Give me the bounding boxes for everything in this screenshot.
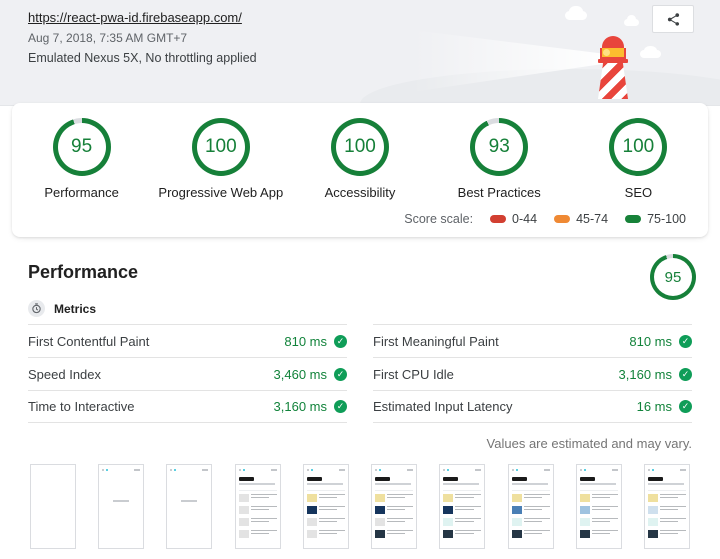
lighthouse-lamp (600, 48, 626, 59)
filmstrip-frame-blank (30, 464, 76, 549)
score-scale-label: Score scale: (404, 212, 473, 226)
metric-value: 16 ms (637, 399, 672, 414)
pass-range-pill (625, 215, 641, 223)
metric-name: First CPU Idle (373, 367, 454, 382)
lighthouse-tower (598, 63, 628, 99)
report-device-info: Emulated Nexus 5X, No throttling applied (28, 51, 257, 65)
score-item-pwa[interactable]: 100 Progressive Web App (151, 118, 290, 200)
metrics-table: First Contentful Paint 810 ms ✓ Speed Ind… (28, 324, 692, 423)
seo-score-value: 100 (623, 136, 655, 158)
metric-row-first-cpu-idle: First CPU Idle 3,160 ms ✓ (373, 357, 692, 390)
estimate-disclaimer: Values are estimated and may vary. (28, 436, 692, 451)
metrics-header[interactable]: Metrics (28, 300, 692, 317)
performance-score-gauge: 95 (53, 118, 111, 176)
performance-section-score: 95 (665, 269, 682, 286)
performance-score-label: Performance (44, 185, 118, 200)
accessibility-score-label: Accessibility (325, 185, 396, 200)
score-item-seo[interactable]: 100 SEO (569, 118, 708, 200)
share-icon (666, 12, 681, 27)
metric-value: 810 ms (284, 334, 327, 349)
cloud-icon (624, 19, 639, 26)
accessibility-score-gauge: 100 (331, 118, 389, 176)
metric-row-speed-index: Speed Index 3,460 ms ✓ (28, 357, 347, 390)
filmstrip-frame-page (235, 464, 281, 549)
score-item-performance[interactable]: 95 Performance (12, 118, 151, 200)
report-url-link[interactable]: https://react-pwa-id.firebaseapp.com/ (28, 10, 242, 25)
metric-row-estimated-input-latency: Estimated Input Latency 16 ms ✓ (373, 390, 692, 423)
cloud-icon (640, 50, 661, 58)
best-practices-score-label: Best Practices (458, 185, 541, 200)
filmstrip-frame-loading (98, 464, 144, 549)
report-date: Aug 7, 2018, 7:35 AM GMT+7 (28, 31, 257, 45)
performance-section-title: Performance (28, 262, 692, 283)
metric-row-first-meaningful-paint: First Meaningful Paint 810 ms ✓ (373, 324, 692, 357)
accessibility-score-value: 100 (344, 136, 376, 158)
stopwatch-icon (28, 300, 45, 317)
pass-check-icon: ✓ (334, 400, 347, 413)
scale-range-fail: 0-44 (490, 212, 537, 226)
scale-range-pass: 75-100 (625, 212, 686, 226)
pwa-score-label: Progressive Web App (158, 185, 283, 200)
filmstrip-frame-page (508, 464, 554, 549)
best-practices-score-value: 93 (489, 136, 510, 158)
lighthouse-ledge (598, 59, 628, 63)
pass-check-icon: ✓ (334, 368, 347, 381)
lighthouse-dome (602, 36, 624, 48)
metrics-label: Metrics (54, 302, 96, 316)
filmstrip-frame-page (371, 464, 417, 549)
performance-section: Performance 95 Metrics First Contentful … (0, 262, 720, 549)
metric-row-first-contentful-paint: First Contentful Paint 810 ms ✓ (28, 324, 347, 357)
seo-score-gauge: 100 (609, 118, 667, 176)
best-practices-score-gauge: 93 (470, 118, 528, 176)
filmstrip-frame-loading (166, 464, 212, 549)
filmstrip-frame-page (439, 464, 485, 549)
average-range-label: 45-74 (576, 212, 608, 226)
filmstrip (30, 464, 690, 549)
seo-score-label: SEO (625, 185, 652, 200)
scale-range-average: 45-74 (554, 212, 608, 226)
metric-value: 3,160 ms (274, 399, 327, 414)
report-meta: https://react-pwa-id.firebaseapp.com/ Au… (28, 9, 257, 65)
score-item-best-practices[interactable]: 93 Best Practices (430, 118, 569, 200)
fail-range-label: 0-44 (512, 212, 537, 226)
pass-check-icon: ✓ (679, 335, 692, 348)
score-scale-legend: Score scale: 0-44 45-74 75-100 (404, 212, 686, 226)
score-summary-card: 95 Performance 100 Progressive Web App 1… (12, 103, 708, 237)
cloud-icon (565, 11, 587, 20)
share-button[interactable] (652, 5, 694, 33)
filmstrip-frame-page (303, 464, 349, 549)
performance-score-value: 95 (71, 136, 92, 158)
fail-range-pill (490, 215, 506, 223)
metric-name: First Contentful Paint (28, 334, 149, 349)
metric-row-time-to-interactive: Time to Interactive 3,160 ms ✓ (28, 390, 347, 423)
lighthouse-icon (598, 36, 628, 99)
metric-name: Time to Interactive (28, 399, 134, 414)
metric-name: Estimated Input Latency (373, 399, 512, 414)
filmstrip-frame-page (644, 464, 690, 549)
score-gauges-row: 95 Performance 100 Progressive Web App 1… (12, 103, 708, 200)
pwa-score-gauge: 100 (192, 118, 250, 176)
average-range-pill (554, 215, 570, 223)
pass-range-label: 75-100 (647, 212, 686, 226)
metric-name: Speed Index (28, 367, 101, 382)
score-item-accessibility[interactable]: 100 Accessibility (290, 118, 429, 200)
pwa-score-value: 100 (205, 136, 237, 158)
metric-value: 810 ms (629, 334, 672, 349)
metric-value: 3,160 ms (619, 367, 672, 382)
pass-check-icon: ✓ (679, 400, 692, 413)
performance-section-gauge: 95 (650, 254, 696, 300)
report-header-banner: https://react-pwa-id.firebaseapp.com/ Au… (0, 0, 720, 106)
filmstrip-frame-page (576, 464, 622, 549)
metric-name: First Meaningful Paint (373, 334, 499, 349)
pass-check-icon: ✓ (679, 368, 692, 381)
metric-value: 3,460 ms (274, 367, 327, 382)
pass-check-icon: ✓ (334, 335, 347, 348)
